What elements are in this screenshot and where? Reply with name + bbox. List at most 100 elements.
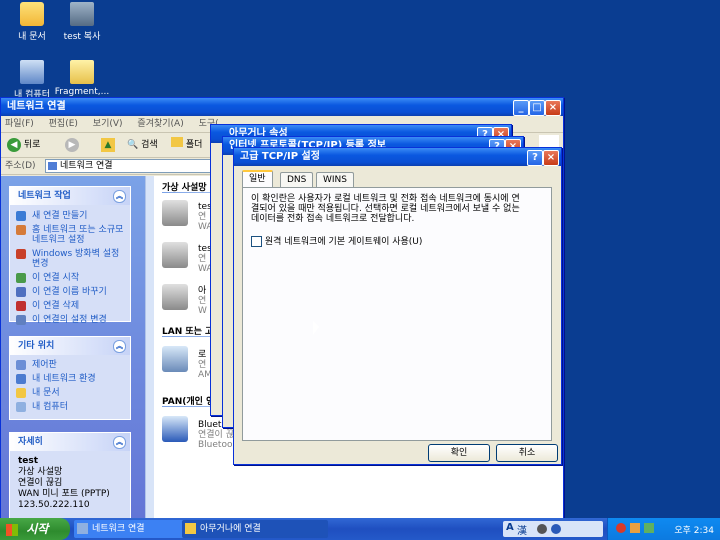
window-title: 네트워크 연결 — [7, 101, 66, 112]
maximize-button[interactable]: □ — [529, 100, 545, 116]
task-start-connection[interactable]: 이 연결 시작 — [10, 271, 130, 285]
task-pane-scrollbar[interactable] — [145, 176, 154, 518]
close-button[interactable]: × — [545, 100, 561, 116]
task-network-connections[interactable]: 네트워크 연결 — [74, 520, 196, 538]
place-my-documents[interactable]: 내 문서 — [10, 386, 130, 400]
collapse-chevron-icon[interactable]: ︽ — [113, 340, 126, 353]
vpn-connection-icon — [162, 242, 188, 268]
details-device: WAN 미니 포트 (PPTP) — [18, 489, 110, 499]
task-new-connection[interactable]: 새 연결 만들기 — [10, 209, 130, 223]
menu-edit[interactable]: 편집(E) — [49, 119, 78, 129]
task-change-settings[interactable]: 이 연결의 설정 변경 — [10, 313, 130, 327]
forward-arrow-icon: ▶ — [65, 138, 79, 152]
other-places-title: 기타 위치 — [18, 341, 55, 351]
description-text: 이 확인란은 사용자가 로컬 네트워크 및 전화 접속 네트워크에 동시에 연결… — [251, 194, 520, 224]
title-bar[interactable]: 고급 TCP/IP 설정 — [234, 148, 561, 166]
dialog-title: 고급 TCP/IP 설정 — [240, 151, 320, 162]
minimize-button[interactable]: _ — [513, 100, 529, 116]
details-address: 123.50.222.110 — [18, 500, 90, 510]
connect-icon — [185, 523, 196, 534]
lan-connection-icon — [162, 346, 188, 372]
folders-label: 폴더 — [185, 140, 203, 150]
forward-button[interactable]: ▶ — [65, 137, 79, 153]
menu-view[interactable]: 보기(V) — [93, 119, 123, 129]
antivirus-tray-icon[interactable] — [644, 523, 654, 533]
task-home-network[interactable]: 홈 네트워크 또는 소규모 네트워크 설정 — [10, 223, 130, 247]
search-icon: 🔍 — [127, 140, 139, 150]
default-gateway-checkbox-row[interactable]: 원격 네트워크에 기본 게이트웨이 사용(U) — [251, 236, 422, 248]
tab-strip: 일반 DNS WINS — [242, 170, 552, 188]
clock[interactable]: 오후 2:34 — [674, 523, 714, 536]
back-arrow-icon: ◀ — [7, 138, 21, 152]
folder-icon — [20, 2, 44, 26]
connection-device: W — [198, 306, 207, 316]
connection-name: 아 — [198, 286, 207, 296]
task-delete-connection[interactable]: 이 연결 삭제 — [10, 299, 130, 313]
folders-button[interactable]: 폴더 — [171, 137, 202, 153]
control-panel-icon — [16, 360, 26, 370]
network-tasks-panel: 네트워크 작업 ︽ 새 연결 만들기 홈 네트워크 또는 소규모 네트워크 설정… — [9, 186, 131, 325]
search-button[interactable]: 🔍 검색 — [127, 137, 158, 153]
address-label: 주소(D) — [5, 161, 36, 171]
hanja-key[interactable]: 漢 — [517, 522, 527, 537]
desktop-icon-fragment[interactable]: Fragment,... — [50, 60, 114, 97]
network-tasks-header[interactable]: 네트워크 작업 ︽ — [10, 187, 130, 205]
computer-icon — [20, 60, 44, 84]
collapse-chevron-icon[interactable]: ︽ — [113, 190, 126, 203]
tab-general[interactable]: 일반 — [242, 170, 273, 188]
ok-button[interactable]: 확인 — [428, 444, 490, 462]
folders-icon — [171, 137, 183, 147]
computer-icon — [16, 402, 26, 412]
network-tray-icon[interactable] — [630, 523, 640, 533]
details-status: 연결이 끊김 — [18, 478, 63, 488]
up-folder-button[interactable]: ▲ — [101, 137, 115, 153]
other-places-header[interactable]: 기타 위치 ︽ — [10, 337, 130, 355]
address-value: 네트워크 연결 — [60, 161, 113, 171]
connection-status: 연결이 끊 — [198, 430, 234, 440]
task-connect-anything[interactable]: 아무거나에 연결 — [182, 520, 328, 538]
desktop-icon-test-copy[interactable]: test 복사 — [50, 2, 114, 42]
help-button[interactable]: ? — [527, 150, 543, 166]
network-shortcut-icon — [70, 2, 94, 26]
place-my-network[interactable]: 내 네트워크 환경 — [10, 372, 130, 386]
back-label: 뒤로 — [23, 140, 41, 150]
my-network-icon — [16, 374, 26, 384]
start-button[interactable]: 시작 — [0, 518, 70, 540]
language-bar[interactable]: A 漢 — [503, 521, 603, 537]
settings-icon — [16, 315, 26, 325]
help-icon[interactable] — [551, 524, 561, 534]
title-bar[interactable]: 네트워크 연결 — [1, 98, 563, 116]
close-button[interactable]: × — [543, 150, 559, 166]
default-gateway-checkbox[interactable] — [251, 236, 262, 247]
collapse-chevron-icon[interactable]: ︽ — [113, 436, 126, 449]
folder-icon — [16, 388, 26, 398]
desktop-icon-label: test 복사 — [63, 32, 101, 42]
input-settings-icon[interactable] — [537, 524, 547, 534]
task-rename-connection[interactable]: 이 연결 이름 바꾸기 — [10, 285, 130, 299]
windows-flag-icon — [6, 523, 18, 536]
menu-file[interactable]: 파일(F) — [5, 119, 34, 129]
place-control-panel[interactable]: 제어판 — [10, 358, 130, 372]
address-field[interactable]: 네트워크 연결 — [45, 159, 221, 173]
tab-wins[interactable]: WINS — [316, 172, 354, 187]
menu-favorites[interactable]: 즐겨찾기(A) — [137, 119, 183, 129]
ime-mode[interactable]: A — [506, 522, 514, 533]
vpn-connection-icon — [162, 284, 188, 310]
desktop-icon-label: Fragment,... — [54, 87, 110, 97]
place-my-computer[interactable]: 내 컴퓨터 — [10, 400, 130, 414]
tab-dns[interactable]: DNS — [280, 172, 314, 187]
mouse-cursor-icon — [313, 321, 319, 335]
details-header[interactable]: 자세히 ︽ — [10, 433, 130, 451]
security-tray-icon[interactable] — [616, 523, 626, 533]
network-tasks-title: 네트워크 작업 — [18, 191, 71, 201]
connection-device: Bluetoo — [198, 440, 233, 450]
system-tray: 오후 2:34 — [607, 518, 720, 540]
task-firewall[interactable]: Windows 방화벽 설정 변경 — [10, 247, 130, 271]
back-button[interactable]: ◀ 뒤로 — [7, 137, 40, 153]
cancel-button[interactable]: 취소 — [496, 444, 558, 462]
rename-icon — [16, 287, 26, 297]
other-places-panel: 기타 위치 ︽ 제어판 내 네트워크 환경 내 문서 내 컴퓨터 — [9, 336, 131, 420]
home-network-icon — [16, 225, 26, 235]
up-folder-icon: ▲ — [101, 138, 115, 152]
vpn-connection-icon — [162, 200, 188, 226]
